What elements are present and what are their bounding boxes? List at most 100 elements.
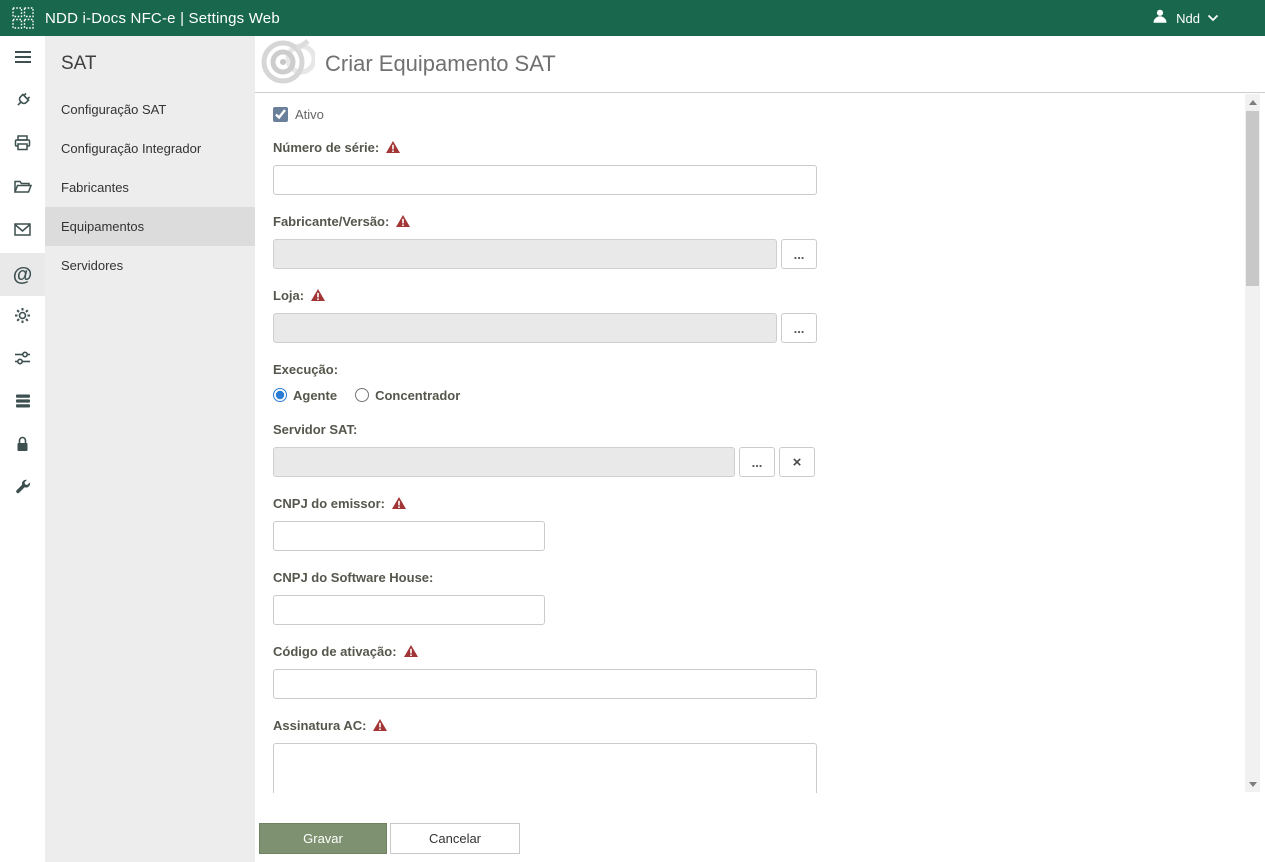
page-title: Criar Equipamento SAT bbox=[325, 51, 556, 77]
scroll-down-button[interactable] bbox=[1245, 776, 1260, 792]
rail-item-at[interactable]: @ bbox=[0, 253, 45, 296]
main-panel: Criar Equipamento SAT Ativo Número de sé… bbox=[255, 36, 1265, 862]
numero-serie-label: Número de série: bbox=[273, 140, 379, 155]
numero-serie-input[interactable] bbox=[273, 165, 817, 195]
codigo-ativacao-input[interactable] bbox=[273, 669, 817, 699]
rail-item-envelope[interactable] bbox=[0, 210, 45, 253]
equipment-form: Ativo Número de série: Fabricante/V bbox=[255, 93, 1265, 793]
rail-item-printer[interactable] bbox=[0, 124, 45, 167]
loja-label-row: Loja: bbox=[273, 287, 1225, 303]
rail-item-gear[interactable] bbox=[0, 296, 45, 339]
required-warning-icon bbox=[311, 289, 325, 301]
rail-item-folder[interactable] bbox=[0, 167, 45, 210]
field-execucao: Execução: Agente Concentrador bbox=[273, 361, 1225, 403]
field-codigo-ativacao: Código de ativação: bbox=[273, 643, 1225, 699]
field-servidor-sat: Servidor SAT: ... × bbox=[273, 421, 1225, 477]
form-footer: Gravar Cancelar bbox=[255, 793, 1265, 854]
servidor-sat-clear-button[interactable]: × bbox=[779, 447, 815, 477]
fabricante-versao-label-row: Fabricante/Versão: bbox=[273, 213, 1225, 229]
execucao-label: Execução: bbox=[273, 362, 338, 377]
swirl-logo-icon bbox=[257, 37, 315, 92]
radio-concentrador-input[interactable] bbox=[355, 388, 369, 402]
field-numero-serie: Número de série: bbox=[273, 139, 1225, 195]
sidebar-item-fabricantes[interactable]: Fabricantes bbox=[45, 168, 255, 207]
field-fabricante-versao: Fabricante/Versão: ... bbox=[273, 213, 1225, 269]
rail-item-lock[interactable] bbox=[0, 425, 45, 468]
chevron-down-icon bbox=[1207, 9, 1219, 27]
fabricante-versao-input-row: ... bbox=[273, 239, 1225, 269]
cnpj-software-house-label-row: CNPJ do Software House: bbox=[273, 569, 1225, 585]
servidor-sat-input-row: ... × bbox=[273, 447, 1225, 477]
cnpj-software-house-label: CNPJ do Software House: bbox=[273, 570, 433, 585]
assinatura-ac-label: Assinatura AC: bbox=[273, 718, 366, 733]
rail-item-wrench[interactable] bbox=[0, 468, 45, 511]
rail-item-sliders[interactable] bbox=[0, 339, 45, 382]
ativo-checkbox[interactable] bbox=[273, 107, 288, 122]
fabricante-versao-input bbox=[273, 239, 777, 269]
topbar: NDD i-Docs NFC-e | Settings Web Ndd bbox=[0, 0, 1265, 36]
radio-agente-label: Agente bbox=[293, 388, 337, 403]
fabricante-versao-browse-button[interactable]: ... bbox=[781, 239, 817, 269]
sidebar-item-servidores[interactable]: Servidores bbox=[45, 246, 255, 285]
wrench-icon bbox=[15, 479, 31, 500]
gear-icon bbox=[14, 307, 31, 329]
sliders-icon bbox=[14, 351, 31, 370]
loja-input bbox=[273, 313, 777, 343]
rail-item-server[interactable] bbox=[0, 382, 45, 425]
execucao-radio-group: Agente Concentrador bbox=[273, 387, 1225, 403]
printer-icon bbox=[14, 135, 31, 156]
servidor-sat-input bbox=[273, 447, 735, 477]
vertical-scrollbar[interactable] bbox=[1245, 94, 1260, 792]
sidebar-item-equipamentos[interactable]: Equipamentos bbox=[45, 207, 255, 246]
radio-agente[interactable]: Agente bbox=[273, 388, 337, 403]
cnpj-software-house-input[interactable] bbox=[273, 595, 545, 625]
radio-concentrador-label: Concentrador bbox=[375, 388, 460, 403]
sidebar-item-configuracao-integrador[interactable]: Configuração Integrador bbox=[45, 129, 255, 168]
execucao-label-row: Execução: bbox=[273, 361, 1225, 377]
at-icon: @ bbox=[13, 265, 33, 285]
user-name: Ndd bbox=[1176, 11, 1200, 26]
assinatura-ac-textarea[interactable] bbox=[273, 743, 817, 793]
radio-concentrador[interactable]: Concentrador bbox=[355, 388, 460, 403]
cnpj-emissor-label-row: CNPJ do emissor: bbox=[273, 495, 1225, 511]
codigo-ativacao-label: Código de ativação: bbox=[273, 644, 397, 659]
rail-item-plug[interactable] bbox=[0, 81, 45, 124]
fabricante-versao-label: Fabricante/Versão: bbox=[273, 214, 389, 229]
triangle-down-icon bbox=[1249, 782, 1257, 787]
save-button[interactable]: Gravar bbox=[259, 823, 387, 854]
server-icon bbox=[15, 393, 31, 414]
servidor-sat-label-row: Servidor SAT: bbox=[273, 421, 1225, 437]
required-warning-icon bbox=[386, 141, 400, 153]
form-scroll-region: Ativo Número de série: Fabricante/V bbox=[255, 93, 1265, 793]
required-warning-icon bbox=[373, 719, 387, 731]
cancel-button[interactable]: Cancelar bbox=[390, 823, 520, 854]
loja-browse-button[interactable]: ... bbox=[781, 313, 817, 343]
user-icon bbox=[1151, 7, 1169, 30]
page-header: Criar Equipamento SAT bbox=[255, 36, 1265, 93]
cnpj-emissor-input[interactable] bbox=[273, 521, 545, 551]
assinatura-ac-label-row: Assinatura AC: bbox=[273, 717, 1225, 733]
servidor-sat-browse-button[interactable]: ... bbox=[739, 447, 775, 477]
field-cnpj-emissor: CNPJ do emissor: bbox=[273, 495, 1225, 551]
sidebar-title: SAT bbox=[45, 36, 255, 90]
numero-serie-label-row: Número de série: bbox=[273, 139, 1225, 155]
icon-rail: @ bbox=[0, 36, 45, 862]
loja-label: Loja: bbox=[273, 288, 304, 303]
menu-icon bbox=[14, 50, 32, 69]
scroll-up-button[interactable] bbox=[1245, 94, 1260, 110]
required-warning-icon bbox=[404, 645, 418, 657]
codigo-ativacao-label-row: Código de ativação: bbox=[273, 643, 1225, 659]
ativo-label: Ativo bbox=[295, 107, 324, 122]
rail-item-menu[interactable] bbox=[0, 38, 45, 81]
user-menu[interactable]: Ndd bbox=[1151, 7, 1253, 30]
app-logo-icon bbox=[12, 7, 34, 29]
triangle-up-icon bbox=[1249, 100, 1257, 105]
sidebar-item-configuracao-sat[interactable]: Configuração SAT bbox=[45, 90, 255, 129]
folder-icon bbox=[14, 179, 32, 198]
scrollbar-thumb[interactable] bbox=[1246, 111, 1259, 286]
plug-icon bbox=[13, 91, 32, 115]
field-cnpj-software-house: CNPJ do Software House: bbox=[273, 569, 1225, 625]
cnpj-emissor-label: CNPJ do emissor: bbox=[273, 496, 385, 511]
lock-icon bbox=[15, 436, 30, 457]
radio-agente-input[interactable] bbox=[273, 388, 287, 402]
